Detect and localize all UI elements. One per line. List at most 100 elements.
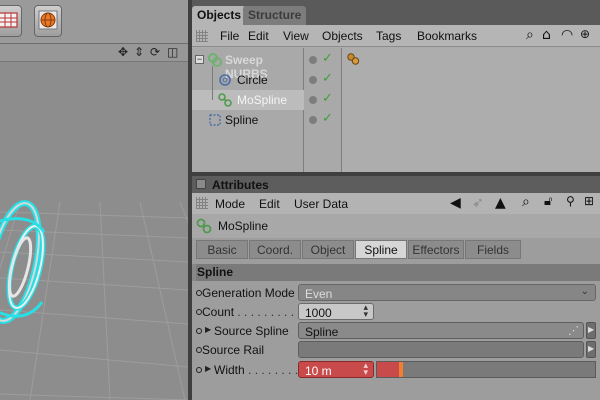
viewport-scene [0,200,188,400]
dropdown-value: Even [305,287,333,301]
generation-mode-dropdown[interactable]: Even ⌄ [298,284,596,301]
visibility-dot-icon[interactable] [309,76,317,84]
spline-icon [208,113,222,127]
menu-tags[interactable]: Tags [376,29,401,43]
3d-viewport-canvas[interactable] [0,62,188,400]
width-slider[interactable] [376,361,596,378]
menu-user-data[interactable]: User Data [294,197,348,211]
new-window-icon[interactable]: ⊞ [584,194,594,208]
forward-arrow-icon[interactable]: ➶ [472,195,484,211]
menu-edit[interactable]: Edit [248,29,269,43]
chevron-down-icon: ⌄ [580,286,589,297]
rotate-view-icon[interactable]: ⟳ [150,45,160,59]
back-arrow-icon[interactable]: ◀ [450,195,461,211]
param-source-spline: ▶ Source Spline Spline ⋰ ▶ [192,321,600,341]
mospline-icon [218,93,232,107]
move-view-icon[interactable]: ✥ [118,45,128,59]
width-value: 10 m [305,364,332,378]
param-label-text: Count [202,305,235,319]
panel-grip-icon[interactable] [196,197,208,209]
source-rail-menu-button[interactable]: ▶ [586,341,596,358]
object-manager: Objects Structure File Edit View Objects… [192,0,600,172]
home-icon[interactable]: ⌂ [542,27,551,43]
new-view-icon[interactable]: ⊕ [580,27,590,41]
param-count: Count . . . . . . . . . . . 1000 ▴ ▾ [192,302,600,322]
phong-tag-icon[interactable] [346,52,360,69]
visibility-dot-icon[interactable] [309,96,317,104]
link-value: Spline [305,325,339,339]
expand-triangle-icon[interactable]: ▶ [205,325,211,334]
tree-item-spline[interactable]: Spline [192,110,304,130]
enabled-check-icon[interactable]: ✓ [322,51,333,66]
width-slider-handle[interactable] [399,362,403,377]
spreadsheet-tool-button[interactable] [0,5,22,37]
web-browser-tool-button[interactable] [34,5,62,37]
attributes-object-row: MoSpline [192,214,600,238]
collapse-icon[interactable]: − [195,55,204,64]
tab-structure[interactable]: Structure [243,6,307,25]
visibility-dot-icon[interactable] [309,116,317,124]
object-flags-column: ✓ ✓ ✓ ✓ [304,48,342,172]
search-icon[interactable]: ⌕ [526,27,534,43]
globe-icon [38,10,58,33]
pin-icon[interactable]: ⚲ [566,194,575,208]
tree-item-sweep-nurbs[interactable]: − Sweep NURBS [192,50,304,81]
tree-item-circle[interactable]: Circle [192,70,304,90]
maximize-view-icon[interactable]: ◫ [167,45,178,59]
panel-toggle-icon[interactable] [196,179,206,189]
source-spline-link-field[interactable]: Spline ⋰ [298,322,584,339]
object-manager-tabs: Objects Structure [192,0,600,25]
param-source-rail: Source Rail ▶ [192,340,600,360]
search-icon[interactable]: ⌕ [522,194,530,210]
tab-spline[interactable]: Spline [355,240,407,259]
panel-grip-icon[interactable] [196,30,208,42]
attributes-header: Attributes [192,176,600,193]
flag-row: ✓ [304,50,342,70]
enabled-check-icon[interactable]: ✓ [322,71,333,86]
visibility-dot-icon[interactable] [309,56,317,64]
lock-icon[interactable]: 🔓︎ [544,194,552,209]
menu-edit[interactable]: Edit [259,197,280,211]
tree-item-mospline[interactable]: MoSpline [192,90,304,110]
section-header: Spline [192,264,600,281]
viewport-nav-bar: ✥ ⇕ ⟳ ◫ [0,44,188,62]
tab-object[interactable]: Object [302,240,354,259]
mospline-icon [196,218,212,237]
source-spline-menu-button[interactable]: ▶ [586,322,596,339]
enabled-check-icon[interactable]: ✓ [322,91,333,106]
menu-view[interactable]: View [283,29,309,43]
tab-effectors[interactable]: Effectors [408,240,464,259]
expand-triangle-icon[interactable]: ▶ [205,364,211,373]
stepper-arrows-icon[interactable]: ▴ ▾ [363,304,368,320]
attributes-manager: Attributes Mode Edit User Data ◀ ➶ ▲ ⌕ 🔓… [192,176,600,400]
attributes-title: Attributes [212,178,269,192]
source-rail-link-field[interactable] [298,341,584,358]
count-input[interactable]: 1000 ▴ ▾ [298,303,374,320]
flag-row: ✓ [304,110,342,130]
object-tags-column [342,48,600,172]
animate-bullet-icon[interactable] [196,328,202,334]
param-label: Source Spline [214,324,289,338]
tab-fields[interactable]: Fields [465,240,521,259]
menu-file[interactable]: File [220,29,239,43]
triangle-right-icon: ▶ [588,344,595,353]
eye-icon[interactable]: ◠ [561,27,573,43]
tab-objects[interactable]: Objects [192,6,247,25]
stepper-arrows-icon[interactable]: ▴ ▾ [363,362,368,378]
animate-bullet-icon[interactable] [196,367,202,373]
menu-mode[interactable]: Mode [215,197,245,211]
param-width: ▶ Width . . . . . . . . . . 10 m ▴ ▾ [192,360,600,380]
enabled-check-icon[interactable]: ✓ [322,111,333,126]
menu-bookmarks[interactable]: Bookmarks [417,29,477,43]
param-label-text: Width [214,363,245,377]
hierarchy-line [212,66,213,100]
flag-row: ✓ [304,70,342,90]
tab-coord[interactable]: Coord. [249,240,301,259]
section-title: Spline [197,265,234,279]
tree-item-label: Spline [225,113,259,127]
zoom-view-icon[interactable]: ⇕ [134,45,144,59]
menu-objects[interactable]: Objects [322,29,363,43]
width-input[interactable]: 10 m ▴ ▾ [298,361,374,378]
up-arrow-icon[interactable]: ▲ [495,195,506,211]
tab-basic[interactable]: Basic [196,240,248,259]
